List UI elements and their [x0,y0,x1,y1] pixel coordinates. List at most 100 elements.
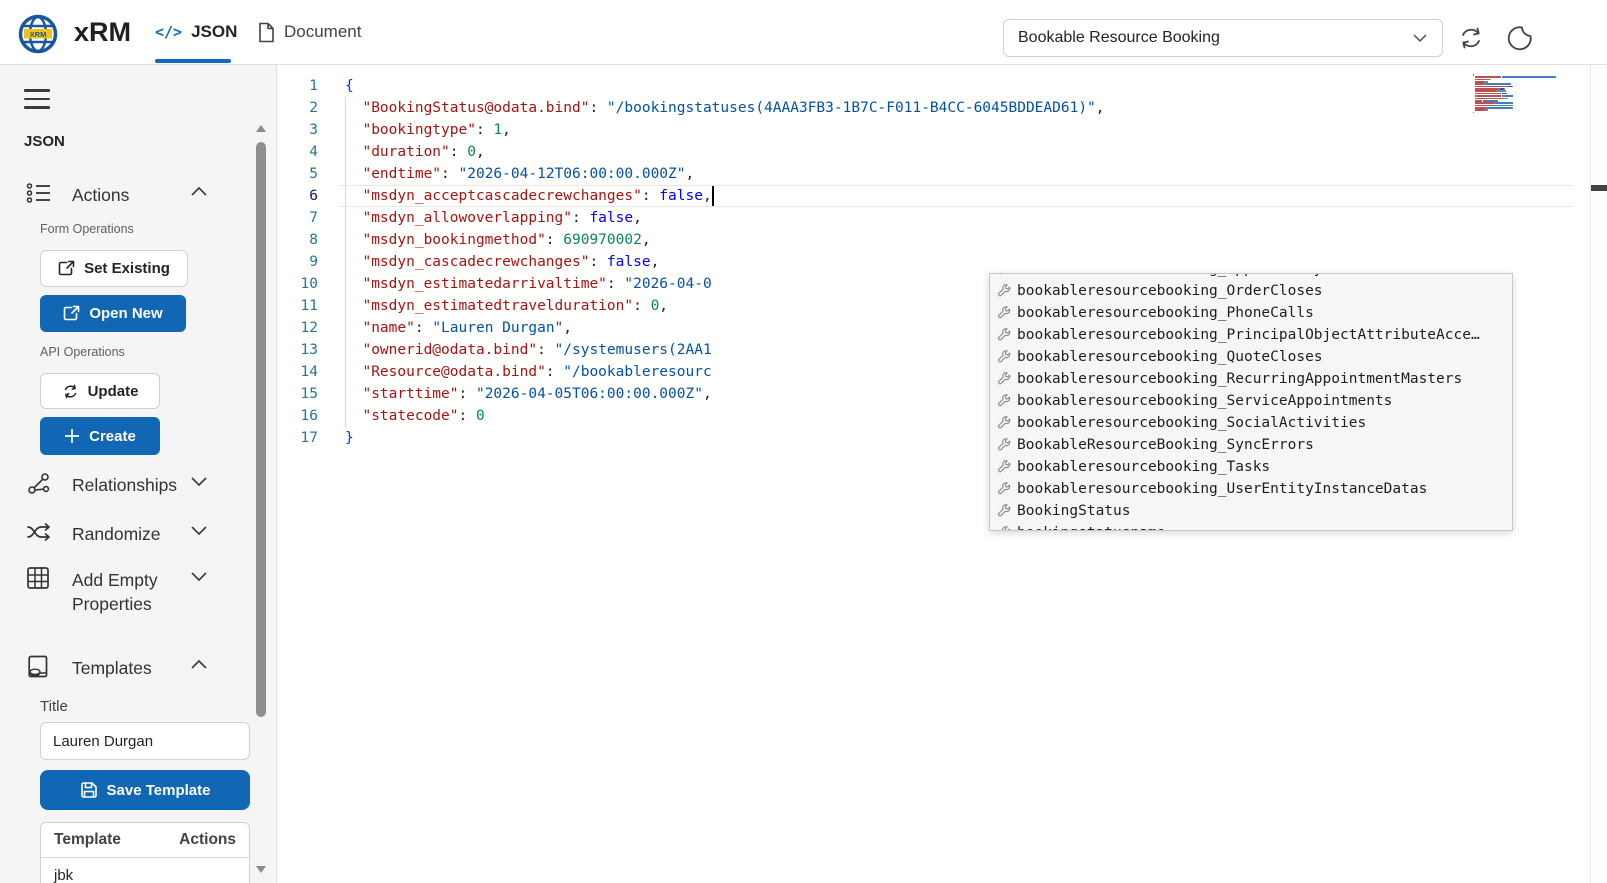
dark-mode-moon-icon[interactable] [1506,24,1534,52]
hamburger-menu-icon[interactable] [24,89,50,109]
sidebar-section-add-empty-properties[interactable]: Add Empty Properties [0,565,250,621]
wrench-icon [997,274,1011,276]
code-line: "msdyn_estimatedtravelduration": 0, [362,298,669,314]
suggest-item[interactable]: bookableresourcebooking_PrincipalObjectA… [990,324,1512,346]
shuffle-icon [26,520,52,544]
line-number: 6 [309,188,318,204]
suggest-item[interactable]: bookableresourcebooking_OpportunityClose… [990,274,1512,280]
sidebar-section-relationships[interactable]: Relationships [0,470,250,500]
scroll-up-arrow[interactable] [256,125,266,132]
wrench-icon [997,416,1011,430]
suggest-item[interactable]: bookableresourcebooking_RecurringAppoint… [990,368,1512,390]
suggest-item[interactable]: BookingStatus [990,500,1512,522]
open-external-icon [58,260,75,277]
chevron-down-icon [1412,33,1428,43]
save-template-button[interactable]: Save Template [40,770,250,810]
code-line: "msdyn_acceptcascadecrewchanges": false, [362,188,712,204]
templates-table-rows: jbk [41,858,249,883]
scrollbar-thumb[interactable] [256,142,266,717]
code-line: "msdyn_cascadecrewchanges": false, [362,254,660,270]
entity-combobox[interactable]: Bookable Resource Booking [1003,19,1443,57]
line-number: 15 [300,386,318,402]
active-tab-underline [155,59,231,63]
suggest-item[interactable]: bookableresourcebooking_UserEntityInstan… [990,478,1512,500]
autocomplete-dropdown: bookableresourcebooking_OpportunityClose… [989,273,1513,531]
suggest-item[interactable]: bookingstatusname [990,522,1512,530]
set-existing-button[interactable]: Set Existing [40,250,188,287]
json-code-editor[interactable]: 1 2 3 4 5 6 7 8 9 10 11 12 13 14 15 16 17 { "BookingStat… [278,65,1607,883]
line-number: 11 [300,298,318,314]
line-number: 7 [309,210,318,226]
app-title: xRM [74,17,132,47]
wrench-icon [997,328,1011,342]
line-number: 2 [309,100,318,116]
sidebar-section-templates[interactable]: Templates [0,653,250,683]
code-line: "msdyn_allowoverlapping": false, [362,210,642,226]
code-line: { [345,78,354,94]
line-number: 10 [300,276,318,292]
sidebar: JSON Actions Form Operations Set Existin… [0,65,277,883]
chevron-up-icon [190,659,208,670]
suggest-item[interactable]: bookableresourcebooking_PhoneCalls [990,302,1512,324]
update-button[interactable]: Update [40,373,160,409]
create-label: Create [89,427,136,445]
chevron-down-icon [190,571,208,582]
line-number: 14 [300,364,318,380]
wrench-icon [997,394,1011,408]
suggest-item[interactable]: bookableresourcebooking_ServiceAppointme… [990,390,1512,412]
open-new-button[interactable]: Open New [40,295,186,332]
sidebar-section-randomize[interactable]: Randomize [0,519,250,549]
chevron-down-icon [190,525,208,536]
save-template-label: Save Template [106,781,211,799]
plus-icon [64,428,80,444]
code-line: "msdyn_estimatedarrivaltime": "2026-04-0 [362,276,712,292]
tab-document[interactable]: Document [258,0,361,64]
line-number: 5 [309,166,318,182]
document-icon [258,22,275,43]
tab-json-label: JSON [191,22,238,41]
tab-json[interactable]: </> JSON [155,0,237,64]
refresh-icon[interactable] [1457,24,1485,52]
suggest-item[interactable]: bookableresourcebooking_QuoteCloses [990,346,1512,368]
refresh-icon [62,383,79,400]
sidebar-panel-label: JSON [24,133,65,150]
sidebar-section-actions[interactable]: Actions [0,180,250,210]
save-floppy-icon [80,781,98,799]
line-number: 12 [300,320,318,336]
code-icon: </> [155,23,183,41]
sidebar-scrollbar[interactable] [255,125,267,883]
templates-book-icon [26,654,51,680]
overview-ruler[interactable] [1590,65,1607,883]
line-number: 1 [309,78,318,94]
code-line: "duration": 0, [362,144,485,160]
code-line: "endtime": "2026-04-12T06:00:00.000Z", [362,166,695,182]
entity-combobox-value: Bookable Resource Booking [1018,29,1220,46]
code-line: "statecode": 0 [362,408,485,424]
template-title-input[interactable] [40,722,250,760]
templates-table-header: Template Actions [41,823,249,858]
minimap[interactable] [1473,74,1565,118]
set-existing-label: Set Existing [84,260,170,277]
overview-cursor-mark [1591,185,1607,191]
actions-list-icon [26,181,52,205]
line-number: 13 [300,342,318,358]
text-cursor [712,186,714,206]
suggest-item[interactable]: bookableresourcebooking_OrderCloses [990,280,1512,302]
suggest-item[interactable]: BookableResourceBooking_SyncErrors [990,434,1512,456]
chevron-up-icon [190,186,208,197]
line-number: 4 [309,144,318,160]
scroll-down-arrow[interactable] [256,866,266,873]
code-line: "ownerid@odata.bind": "/systemusers(2AA1 [362,342,712,358]
line-number: 9 [309,254,318,270]
code-line: "name": "Lauren Durgan", [362,320,573,336]
suggest-item[interactable]: bookableresourcebooking_SocialActivities [990,412,1512,434]
create-button[interactable]: Create [40,417,160,455]
templates-table: Template Actions jbk [40,822,250,883]
template-row[interactable]: jbk [41,858,249,883]
open-new-label: Open New [89,305,163,322]
grid-table-icon [26,566,50,590]
suggest-item[interactable]: bookableresourcebooking_Tasks [990,456,1512,478]
section-label: Templates [72,658,152,678]
wrench-icon [997,460,1011,474]
chevron-down-icon [190,476,208,487]
